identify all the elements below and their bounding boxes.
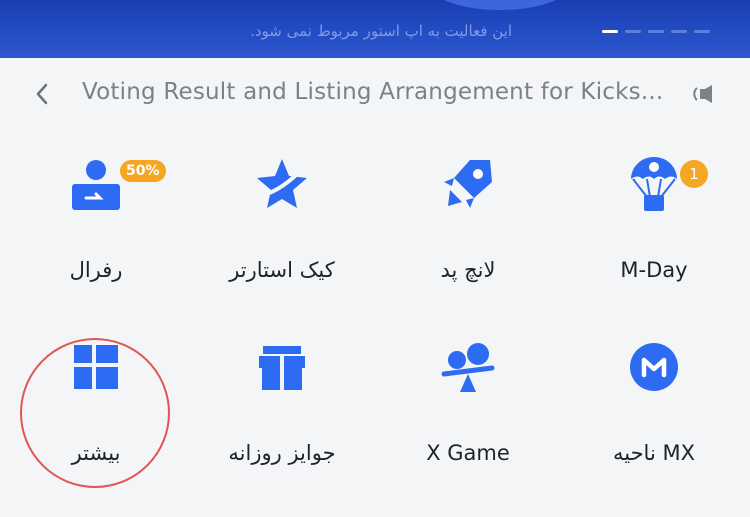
tile-kickstarter[interactable]: کیک استارتر (192, 132, 372, 282)
gift-icon (252, 337, 312, 397)
tile-label: MX ناحیه (612, 441, 695, 465)
chevron-left-icon[interactable] (28, 78, 56, 110)
speaker-icon (692, 83, 718, 109)
tile-label: X Game (426, 441, 510, 465)
tile-m-day[interactable]: M-Day (564, 132, 744, 282)
person-icon (66, 154, 126, 214)
tile-mx-zone[interactable]: MX ناحیه (564, 315, 744, 465)
feature-grid: M-Day لانچ پد کیک استارتر رفرال MX ناحیه… (0, 132, 750, 517)
rocket-icon (438, 154, 498, 214)
tile-label: لانچ پد (440, 258, 496, 282)
tile-label: M-Day (620, 258, 688, 282)
tile-referral[interactable]: رفرال (6, 132, 186, 282)
banner-decoration (430, 0, 570, 10)
banner-pagination (602, 30, 710, 33)
tile-label: جوایز روزانه (228, 441, 336, 465)
announcement-bar[interactable]: Voting Result and Listing Arrangement fo… (0, 58, 750, 132)
tile-label: کیک استارتر (229, 258, 335, 282)
banner-dot[interactable] (648, 30, 664, 33)
banner-dot[interactable] (602, 30, 618, 33)
tile-launchpad[interactable]: لانچ پد (378, 132, 558, 282)
banner-dot[interactable] (625, 30, 641, 33)
parachute-icon (624, 154, 684, 214)
notification-badge: 1 (680, 160, 708, 188)
announcement-title[interactable]: Voting Result and Listing Arrangement fo… (82, 79, 682, 105)
banner-text: این فعالیت به اپ استور مربوط نمی شود. (250, 22, 512, 40)
tile-daily-rewards[interactable]: جوایز روزانه (192, 315, 372, 465)
banner-dot[interactable] (671, 30, 687, 33)
tile-x-game[interactable]: X Game (378, 315, 558, 465)
highlight-circle (20, 338, 170, 488)
referral-bonus-badge: 50% (120, 160, 166, 182)
banner-dot[interactable] (694, 30, 710, 33)
promo-banner[interactable]: این فعالیت به اپ استور مربوط نمی شود. (0, 0, 750, 58)
star-icon (252, 154, 312, 214)
tile-label: رفرال (69, 258, 123, 282)
seesaw-icon (438, 337, 498, 397)
mx-token-icon (624, 337, 684, 397)
